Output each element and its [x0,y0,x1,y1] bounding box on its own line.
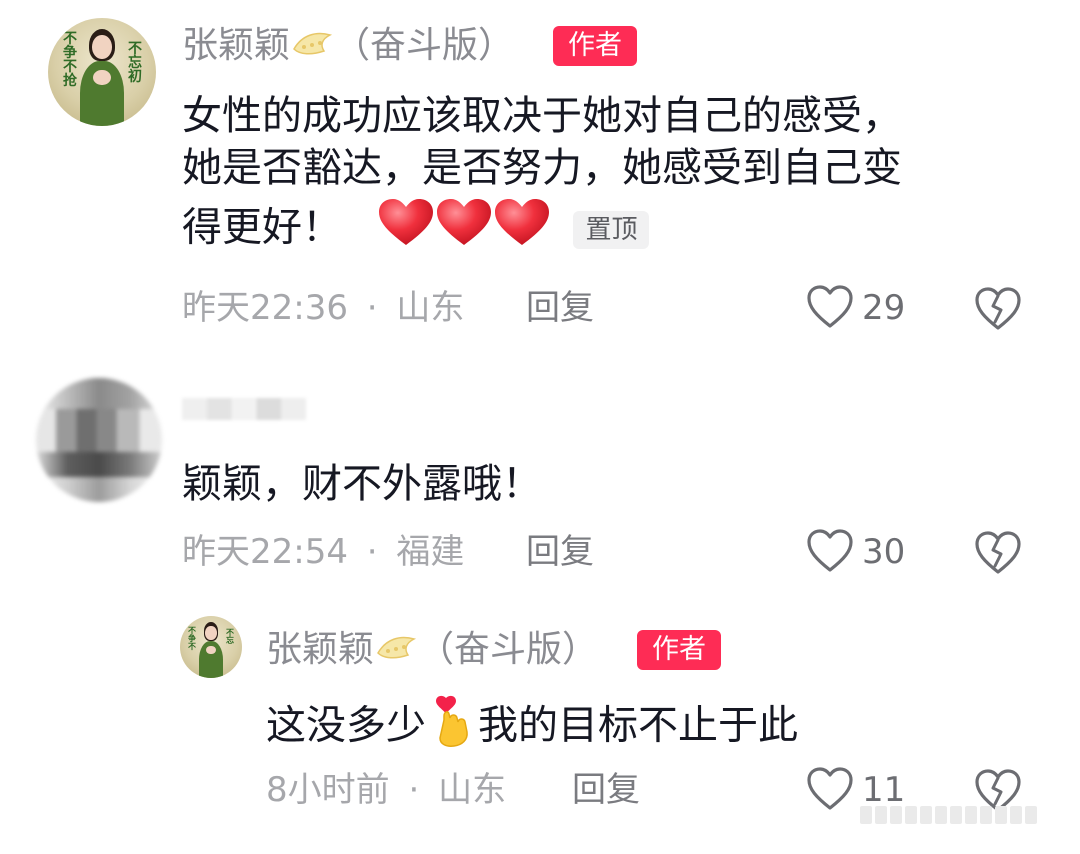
comment-line: 女性的成功应该取决于她对自己的感受， [182,93,902,139]
heart-icon [493,198,551,261]
dislike-button[interactable] [974,286,1022,332]
location: 福建 [396,532,465,572]
timestamp: 8小时前 [266,770,390,810]
username-blurred[interactable] [182,398,306,420]
reply-button[interactable]: 回复 [572,768,640,812]
like-button[interactable]: 30 [806,528,916,576]
comment-text: 颖颖，财不外露哦！ [182,461,542,507]
timestamp: 昨天22:54 [182,532,348,572]
like-count: 30 [862,532,906,572]
avatar[interactable]: 不争不 不忘 [180,616,242,678]
comment-meta: 昨天22:54 · 福建 [182,530,464,574]
watermark-blurred [860,806,1070,828]
comment-text-part: 我的目标不止于此 [478,702,798,749]
location: 山东 [396,288,465,328]
username[interactable]: 张颖颖 （奋斗版） [266,628,598,674]
separator: · [366,288,378,328]
comment-text: 这没多少 我的目标不止于此 [266,692,798,763]
crown-icon [290,25,334,70]
username-suffix: （奋斗版） [334,25,515,66]
crown-icon [374,629,418,674]
username-text: 张颖颖 [182,25,291,66]
broken-heart-icon [974,286,1022,332]
comment-meta: 8小时前 · 山东 [266,768,506,812]
comment-meta: 昨天22:36 · 山东 [182,286,464,330]
reply-button[interactable]: 回复 [526,286,594,330]
like-count: 29 [862,288,906,328]
avatar[interactable] [36,378,162,502]
broken-heart-icon [974,530,1022,576]
pinned-tag: 置顶 [573,210,650,249]
comment-line: 得更好！ [182,204,342,251]
finger-heart-icon [432,692,472,763]
heart-icon [435,198,493,261]
comment-text: 女性的成功应该取决于她对自己的感受， 她是否豁达，是否努力，她感受到自己变 得更… [182,90,902,261]
comment-line: 她是否豁达，是否努力，她感受到自己变 [182,145,902,191]
author-badge: 作者 [637,630,721,670]
location: 山东 [438,770,507,810]
dislike-button[interactable] [974,530,1022,576]
username-text: 张颖颖 [266,629,375,670]
heart-icon [377,198,435,261]
reply-button[interactable]: 回复 [526,530,594,574]
comment-line-last: 得更好！ 置顶 [182,198,902,261]
comment-text-part: 这没多少 [266,702,426,749]
username-suffix: （奋斗版） [418,629,599,670]
author-badge: 作者 [553,26,637,66]
timestamp: 昨天22:36 [182,288,348,328]
separator: · [408,770,420,810]
separator: · [366,532,378,572]
avatar[interactable]: 不争不抢 不忘初 [48,18,156,126]
like-button[interactable]: 29 [806,284,916,332]
username[interactable]: 张颖颖 （奋斗版） [182,24,514,70]
